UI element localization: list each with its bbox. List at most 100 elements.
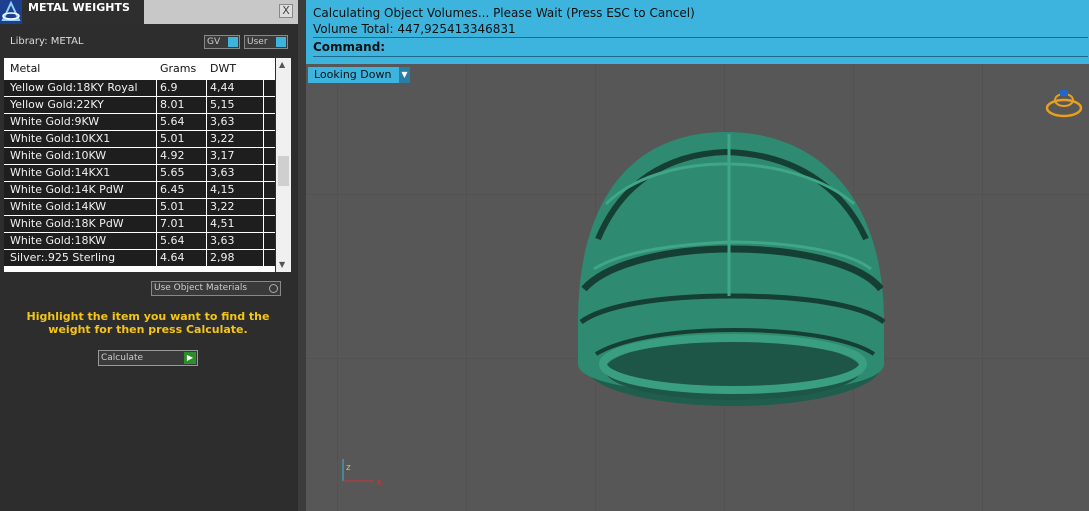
column-header-dwt[interactable]: DWT [210,62,236,75]
dwt-cell: 4,15 [210,183,235,196]
table-row[interactable]: Yellow Gold:22KY 8.01 5,15 [4,97,275,114]
grams-cell: 6.9 [160,81,178,94]
metal-cell: White Gold:14KX1 [10,166,111,179]
table-scrollbar[interactable]: ▲ ▼ [276,58,291,272]
grams-cell: 5.65 [160,166,185,179]
table-header: Metal Grams DWT [4,58,275,80]
metal-cell: White Gold:18KW [10,234,107,247]
gv-toggle[interactable]: GV [204,35,240,49]
column-divider [206,233,207,250]
table-row[interactable]: White Gold:10KX1 5.01 3,22 [4,131,275,148]
table-row[interactable]: White Gold:14KW 5.01 3,22 [4,199,275,216]
grams-cell: 6.45 [160,183,185,196]
user-toggle[interactable]: User [244,35,288,49]
metal-cell: White Gold:10KW [10,149,107,162]
scroll-down-icon[interactable]: ▼ [279,260,285,269]
column-divider [206,148,207,165]
dwt-cell: 4,51 [210,217,235,230]
column-header-grams[interactable]: Grams [160,62,196,75]
column-divider [156,114,157,131]
panel-titlebar: METAL WEIGHTS X [0,0,298,24]
column-divider [156,131,157,148]
metal-cell: White Gold:10KX1 [10,132,111,145]
column-divider [206,97,207,114]
view-dropdown-label: Looking Down [314,68,392,81]
dwt-cell: 3,22 [210,200,235,213]
column-divider [156,199,157,216]
column-divider [263,199,264,216]
column-divider [206,182,207,199]
table-row[interactable]: White Gold:14K PdW 6.45 4,15 [4,182,275,199]
column-divider [263,114,264,131]
grams-cell: 8.01 [160,98,185,111]
table-row[interactable]: Yellow Gold:18KY Royal 6.9 4,44 [4,80,275,97]
metal-cell: White Gold:9KW [10,115,100,128]
grams-cell: 4.92 [160,149,185,162]
play-icon: ▶ [184,352,196,364]
dwt-cell: 5,15 [210,98,235,111]
grams-cell: 4.64 [160,251,185,264]
column-divider [156,250,157,267]
metal-cell: Yellow Gold:18KY Royal [10,81,138,94]
chevron-down-icon: ▼ [399,67,410,83]
table-row[interactable]: White Gold:10KW 4.92 3,17 [4,148,275,165]
table-row[interactable]: White Gold:14KX1 5.65 3,63 [4,165,275,182]
column-divider [263,216,264,233]
view-dropdown[interactable]: Looking Down ▼ [308,67,410,83]
column-divider [156,233,157,250]
status-line: Calculating Object Volumes... Please Wai… [313,6,695,20]
grams-cell: 5.64 [160,234,185,247]
column-divider [156,148,157,165]
instruction-text: Highlight the item you want to find the … [26,310,270,336]
table-row[interactable]: White Gold:9KW 5.64 3,63 [4,114,275,131]
column-divider [263,148,264,165]
table-body: Yellow Gold:18KY Royal 6.9 4,44 Yellow Gold… [4,80,275,267]
column-divider [206,80,207,97]
metal-cell: White Gold:14K PdW [10,183,124,196]
table-row[interactable]: White Gold:18K PdW 7.01 4,51 [4,216,275,233]
calculate-button[interactable]: Calculate ▶ [98,350,198,366]
calculate-label: Calculate [101,353,144,363]
metal-cell: White Gold:14KW [10,200,107,213]
viewport-canvas: z x [306,64,1089,511]
dwt-cell: 3,63 [210,115,235,128]
grams-cell: 7.01 [160,217,185,230]
axis-x-label: x [376,477,382,488]
close-button[interactable]: X [279,4,293,18]
column-divider [263,131,264,148]
grams-cell: 5.01 [160,200,185,213]
use-object-materials-option[interactable]: Use Object Materials [151,281,281,296]
panel-divider[interactable] [298,0,306,511]
column-divider [263,250,264,267]
use-object-materials-label: Use Object Materials [154,283,248,293]
command-prompt[interactable]: Command: [313,40,385,54]
column-divider [263,80,264,97]
table-row[interactable]: Silver:.925 Sterling 4.64 2,98 [4,250,275,267]
metal-table: Metal Grams DWT Yellow Gold:18KY Royal 6.… [4,58,275,272]
metal-weights-panel: METAL WEIGHTS X Library: METAL GV User M… [0,0,298,511]
3d-viewport[interactable]: z x Looking Down ▼ [306,64,1089,511]
user-toggle-label: User [247,37,268,47]
toggle-switch-icon [228,37,238,47]
scroll-up-icon[interactable]: ▲ [279,60,285,69]
app-logo-icon [0,0,22,24]
toggle-switch-icon [276,37,286,47]
column-divider [206,216,207,233]
metal-cell: Yellow Gold:22KY [10,98,104,111]
column-divider [206,131,207,148]
library-label: Library: METAL [10,36,84,47]
column-header-metal[interactable]: Metal [10,62,40,75]
table-row[interactable]: White Gold:18KW 5.64 3,63 [4,233,275,250]
command-area: Calculating Object Volumes... Please Wai… [306,0,1089,64]
panel-title: METAL WEIGHTS [22,0,144,24]
column-divider [156,182,157,199]
metal-cell: Silver:.925 Sterling [10,251,116,264]
column-divider [263,97,264,114]
radio-icon [269,284,278,293]
grams-cell: 5.01 [160,132,185,145]
column-divider [156,165,157,182]
scrollbar-thumb[interactable] [278,156,289,186]
dwt-cell: 4,44 [210,81,235,94]
gv-toggle-label: GV [207,37,221,47]
dwt-cell: 3,22 [210,132,235,145]
